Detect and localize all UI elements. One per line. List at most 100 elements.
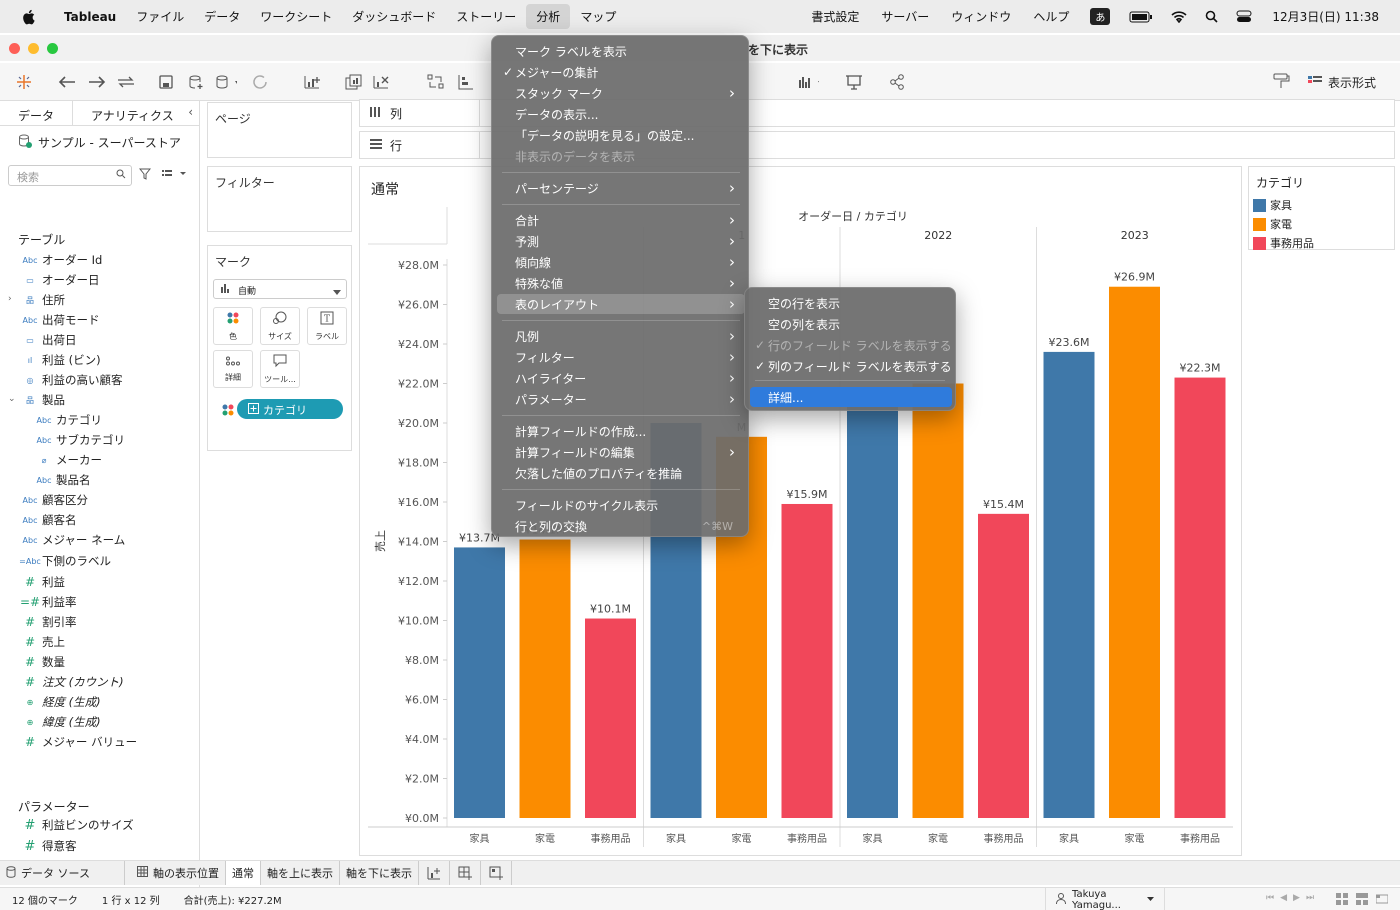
sheet-sorter-icon[interactable] (1336, 893, 1348, 908)
chevron-down-icon[interactable]: ⌄ (8, 394, 16, 404)
datasource-row[interactable]: サンプル - スーパーストア (18, 134, 181, 151)
undo-icon[interactable] (56, 71, 78, 93)
menu-item[interactable]: 表のレイアウト › (497, 294, 745, 314)
sheet-tab-active[interactable]: 通常 (225, 861, 261, 885)
field-item[interactable]: ⊕ 経度 (生成) (18, 693, 101, 711)
field-item[interactable]: ▭ 出荷日 (18, 331, 76, 349)
new-data-source-icon[interactable] (185, 71, 207, 93)
color-button[interactable]: 色 (213, 307, 253, 345)
show-format-button[interactable]: 表示形式 (1272, 73, 1376, 92)
menubar-item-story[interactable]: ストーリー (446, 4, 526, 29)
menu-item[interactable]: データの表示... (497, 104, 745, 124)
field-item[interactable]: # 注文 (カウント) (18, 673, 124, 691)
mark-type-select[interactable]: 自動 (213, 279, 347, 299)
field-item[interactable]: Abc オーダー Id (18, 251, 103, 269)
field-item[interactable]: Abc メジャー ネーム (18, 531, 126, 549)
menu-item[interactable]: マーク ラベルを表示 (497, 41, 745, 61)
field-item[interactable]: =Abc 下側のラベル (18, 552, 111, 570)
tab-data[interactable]: データ (0, 101, 74, 125)
field-item[interactable]: Abc 顧客区分 (18, 491, 88, 509)
field-item[interactable]: ⊕ 緯度 (生成) (18, 713, 101, 731)
presentation-mode-icon[interactable] (843, 71, 865, 93)
search-icon[interactable] (1205, 10, 1218, 23)
redo-icon[interactable] (86, 71, 108, 93)
field-item[interactable]: Abc カテゴリ (32, 411, 102, 429)
menu-item[interactable]: ハイライター › (497, 368, 745, 388)
tableau-logo-icon[interactable] (13, 71, 35, 93)
field-item[interactable]: 品製品 (18, 391, 65, 409)
collapse-pane-icon[interactable]: ‹ (188, 105, 193, 119)
tabs-icon[interactable] (1375, 893, 1389, 908)
new-story-tab-button[interactable] (481, 861, 512, 885)
menu-item[interactable]: 行と列の交換 ^⌘W (497, 516, 745, 536)
close-window-button[interactable] (9, 43, 20, 54)
submenu-item[interactable]: 空の列を表示 (750, 314, 952, 334)
wifi-icon[interactable] (1171, 10, 1187, 23)
menu-item[interactable]: ✓ メジャーの集計 (497, 62, 745, 82)
menu-item[interactable]: 欠落した値のプロパティを推論 (497, 463, 745, 483)
new-worksheet-tab-button[interactable] (419, 861, 450, 885)
new-dashboard-tab-button[interactable] (450, 861, 481, 885)
replace-data-source-icon[interactable] (116, 71, 138, 93)
menubar-item-map[interactable]: マップ (570, 4, 626, 29)
save-icon[interactable] (155, 71, 177, 93)
menu-item[interactable]: フィールドのサイクル表示 (497, 495, 745, 515)
field-item[interactable]: Abc 製品名 (32, 471, 91, 489)
menu-item[interactable]: 予測 › (497, 231, 745, 251)
parameter-item[interactable]: # 得意客 (18, 837, 77, 855)
menu-item[interactable]: 凡例 › (497, 326, 745, 346)
legend-item-office[interactable]: 事務用品 (1253, 235, 1314, 251)
duplicate-sheet-icon[interactable] (343, 71, 365, 93)
swap-rows-columns-icon[interactable] (425, 71, 447, 93)
field-item[interactable]: # 割引率 (18, 613, 77, 631)
menubar-item-file[interactable]: ファイル (126, 4, 194, 29)
menubar-item-window[interactable]: ウィンドウ (940, 4, 1022, 29)
ime-indicator[interactable]: あ (1090, 8, 1111, 25)
field-item[interactable]: ◎ 利益の高い顧客 (18, 371, 123, 389)
control-center-icon[interactable] (1236, 10, 1252, 23)
menu-item[interactable]: 合計 › (497, 210, 745, 230)
sort-ascending-icon[interactable] (455, 71, 477, 93)
sheet-navigation-arrows[interactable]: ⏮◀▶⏭ (1266, 893, 1320, 903)
refresh-icon[interactable] (252, 71, 274, 93)
menubar-item-dashboard[interactable]: ダッシュボード (342, 4, 446, 29)
menu-item[interactable]: 傾向線 › (497, 252, 745, 272)
clear-sheet-icon[interactable] (372, 71, 394, 93)
field-item[interactable]: =# 利益率 (18, 593, 77, 611)
menu-item[interactable]: パラメーター › (497, 389, 745, 409)
field-item[interactable]: # 利益 (18, 573, 65, 591)
tab-analytics[interactable]: アナリティクス (73, 101, 192, 125)
legend-item-furniture[interactable]: 家具 (1253, 197, 1292, 213)
view-options-icon[interactable] (162, 169, 186, 182)
menubar-item-analysis[interactable]: 分析 (526, 4, 571, 29)
field-item[interactable]: 品住所 (18, 291, 65, 309)
menu-item[interactable]: 計算フィールドの作成... (497, 421, 745, 441)
battery-icon[interactable] (1129, 11, 1153, 23)
sheet-tab[interactable]: 軸を下に表示 (340, 861, 419, 885)
submenu-item[interactable]: 空の行を表示 (750, 293, 952, 313)
field-item[interactable]: # 売上 (18, 633, 65, 651)
parameter-item[interactable]: # 利益ビンのサイズ (18, 816, 134, 834)
apple-icon[interactable] (20, 9, 40, 25)
filter-icon[interactable] (138, 168, 152, 183)
pages-shelf[interactable]: ページ (207, 102, 352, 158)
field-item[interactable]: ⌀ メーカー (32, 451, 102, 469)
menu-item[interactable]: フィルター › (497, 347, 745, 367)
menubar-clock[interactable]: 12月3日(日) 11:38 (1261, 4, 1390, 29)
submenu-item[interactable]: ✓ 列のフィールド ラベルを表示する (750, 356, 952, 376)
size-button[interactable]: サイズ (260, 307, 300, 345)
legend-item-appliances[interactable]: 家電 (1253, 216, 1292, 232)
field-search-input[interactable]: 検索 (8, 165, 132, 186)
new-worksheet-icon[interactable] (303, 71, 325, 93)
sheet-tab[interactable]: 軸の表示位置 (125, 861, 226, 885)
show-me-chart-icon[interactable] (797, 71, 819, 93)
menubar-item-worksheet[interactable]: ワークシート (250, 4, 342, 29)
field-item[interactable]: Abc 顧客名 (18, 511, 77, 529)
menubar-item-server[interactable]: サーバー (870, 4, 940, 29)
field-item[interactable]: Abc 出荷モード (18, 311, 100, 329)
chevron-right-icon[interactable]: › (8, 294, 12, 304)
user-menu[interactable]: Takuya Yamagu... (1045, 888, 1165, 910)
filters-shelf[interactable]: フィルター (207, 166, 352, 232)
field-item[interactable]: # メジャー バリュー (18, 733, 137, 751)
datasource-tab[interactable]: データ ソース (0, 861, 125, 885)
